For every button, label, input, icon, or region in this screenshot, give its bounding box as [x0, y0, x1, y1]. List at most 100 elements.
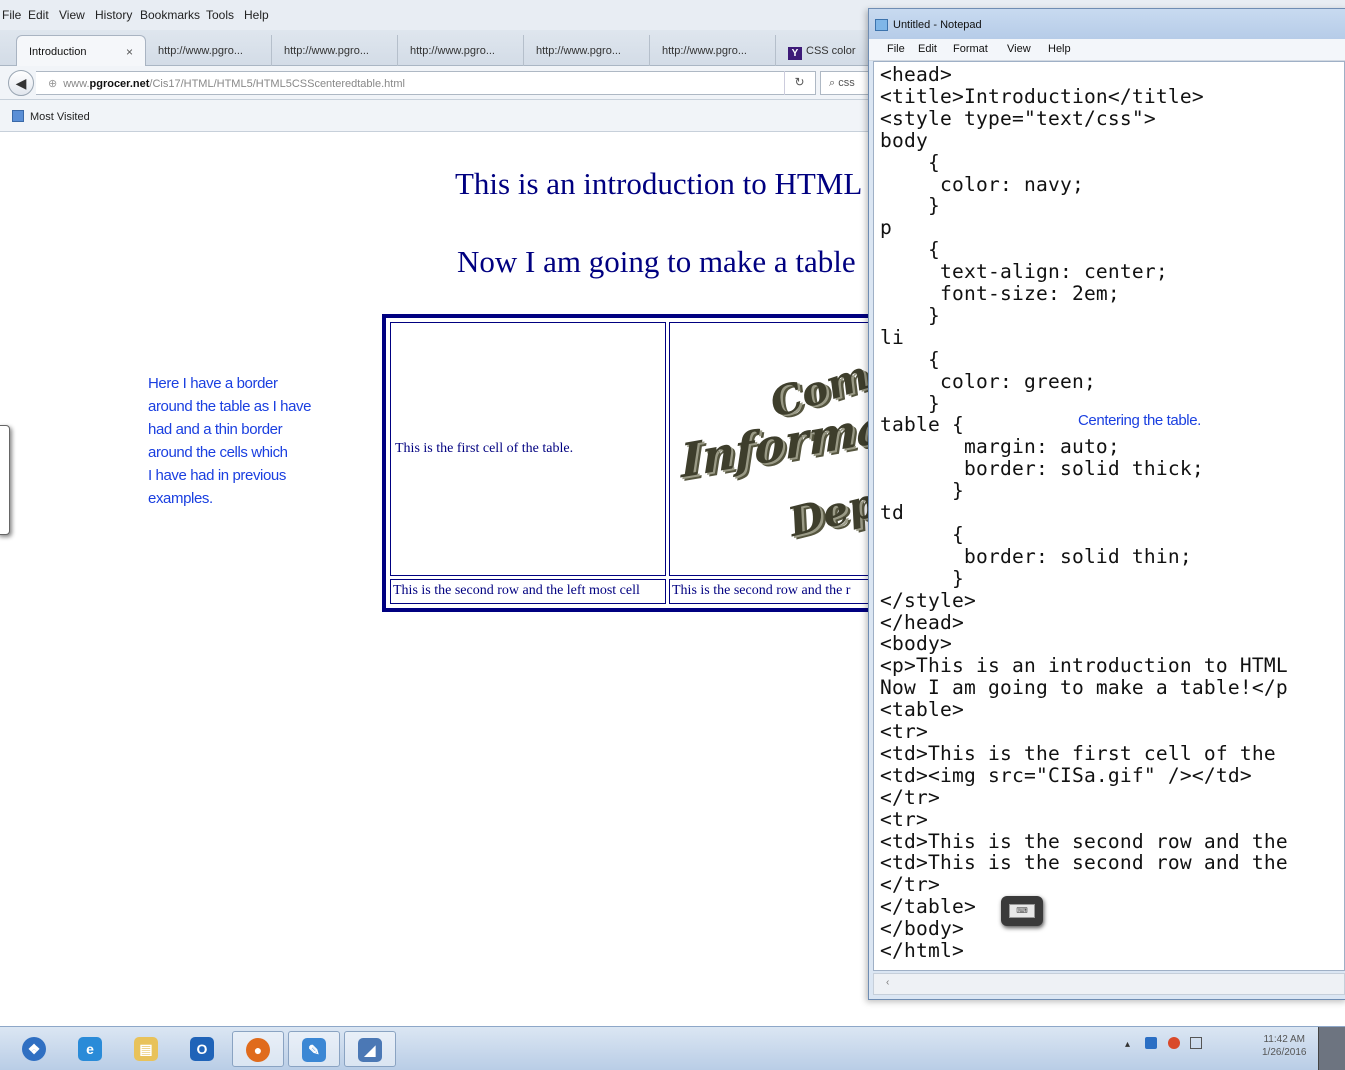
system-clock[interactable]: 11:42 AM 1/26/2016: [1262, 1033, 1307, 1059]
outlook-icon: O: [190, 1037, 214, 1061]
code-line: }: [880, 303, 940, 327]
tab-introduction[interactable]: Introduction ×: [16, 35, 146, 66]
network-icon[interactable]: [1144, 1037, 1157, 1049]
np-menu-format[interactable]: Format: [953, 43, 988, 55]
code-line: </html>: [880, 939, 964, 962]
tray-icons[interactable]: ▴: [1125, 1037, 1203, 1050]
flag-icon[interactable]: [1190, 1037, 1203, 1049]
start-orb-icon: ❖: [22, 1037, 46, 1061]
code-line: </head>: [880, 610, 964, 634]
taskbar-button-file-explorer[interactable]: ▤: [120, 1031, 172, 1067]
notepad-window: Untitled - Notepad File Edit Format View…: [868, 8, 1345, 1000]
code-line: <td><img src="CISa.gif" /></td>: [880, 763, 1252, 787]
code-line: <head>: [880, 63, 952, 86]
volume-icon[interactable]: [1167, 1037, 1180, 1049]
np-menu-view[interactable]: View: [1007, 43, 1031, 55]
np-menu-edit[interactable]: Edit: [918, 43, 937, 55]
clock-time: 11:42 AM: [1263, 1034, 1305, 1045]
code-line: text-align: center;: [880, 260, 1168, 284]
code-line: {: [880, 522, 964, 546]
menu-history[interactable]: History: [95, 8, 132, 22]
code-line: <body>: [880, 632, 952, 656]
code-line: }: [880, 566, 964, 590]
code-line: li: [880, 325, 904, 349]
back-arrow-icon[interactable]: ◀: [8, 70, 34, 96]
code-line: <td>This is the second row and the: [880, 851, 1288, 875]
horizontal-scrollbar[interactable]: ‹: [873, 973, 1345, 995]
code-line: }: [880, 479, 964, 503]
search-icon: ⌕: [829, 77, 839, 89]
search-value: css: [838, 77, 855, 89]
tab-pgrocer-5[interactable]: http://www.pgro...: [650, 35, 776, 66]
notepad-text-area[interactable]: </html> </body> </table> </tr> <td>This is t…: [873, 61, 1345, 971]
windows-taskbar: ◢ ✎ ● O ▤ e ❖ ▴ 11:42 AM 1/26/2016: [0, 1026, 1345, 1070]
taskbar-button-outlook[interactable]: O: [176, 1031, 228, 1067]
tab-label: CSS color: [806, 45, 856, 57]
url-bar[interactable]: ⊕ www.pgrocer.net/Cis17/HTML/HTML5/HTML5C…: [36, 71, 816, 95]
code-line: </table>: [880, 895, 976, 919]
code-line: {: [880, 347, 940, 371]
side-panel-handle[interactable]: [0, 425, 10, 535]
np-menu-help[interactable]: Help: [1048, 43, 1071, 55]
menu-file[interactable]: File: [2, 8, 21, 22]
menu-bookmarks[interactable]: Bookmarks: [140, 8, 200, 22]
annotation-line: around the table as I have: [148, 398, 312, 415]
code-line: <tr>: [880, 807, 928, 831]
menu-view[interactable]: View: [59, 8, 85, 22]
page-intro-text: This is an introduction to HTML: [455, 166, 863, 201]
bookmark-most-visited[interactable]: Most Visited: [30, 111, 90, 123]
code-line: color: navy;: [880, 172, 1084, 196]
taskbar-button-notepad-app[interactable]: ✎: [288, 1031, 340, 1067]
notepad-title: Untitled - Notepad: [893, 19, 982, 31]
cell-text: This is the second row and the left most…: [393, 583, 640, 598]
code-line: Now I am going to make a table!</p: [880, 676, 1288, 700]
tab-pgrocer-1[interactable]: http://www.pgro...: [146, 35, 272, 66]
window-app-icon: ◢: [358, 1038, 382, 1062]
code-line: {: [880, 150, 940, 174]
code-line: <td>This is the first cell of the: [880, 741, 1276, 765]
np-menu-file[interactable]: File: [887, 43, 905, 55]
tray-expand-icon[interactable]: ▴: [1125, 1039, 1130, 1050]
taskbar-button-firefox[interactable]: ●: [232, 1031, 284, 1067]
code-line: margin: auto;: [880, 435, 1120, 459]
code-line: </tr>: [880, 785, 940, 809]
tab-pgrocer-2[interactable]: http://www.pgro...: [272, 35, 398, 66]
annotation-line: around the cells which: [148, 444, 288, 461]
annotation-line: examples.: [148, 490, 213, 507]
globe-icon: ⊕: [48, 78, 58, 90]
centering-annotation: Centering the table.: [1078, 412, 1201, 429]
notepad-title-bar[interactable]: Untitled - Notepad: [869, 9, 1345, 39]
annotation-line: had and a thin border: [148, 421, 283, 438]
url-host: pgrocer.net: [89, 78, 150, 90]
code-line: font-size: 2em;: [880, 282, 1120, 305]
code-line: </body>: [880, 917, 964, 941]
desktop-screen: File Edit View History Bookmarks Tools H…: [0, 0, 1345, 1070]
yahoo-icon: Y: [788, 47, 802, 60]
clock-date: 1/26/2016: [1262, 1047, 1307, 1058]
internet-explorer-icon: e: [78, 1037, 102, 1061]
bookmark-folder-icon: [12, 110, 24, 122]
scroll-left-icon[interactable]: ‹: [886, 977, 889, 988]
tab-pgrocer-3[interactable]: http://www.pgro...: [398, 35, 524, 66]
menu-tools[interactable]: Tools: [206, 8, 234, 22]
keyboard-icon[interactable]: ⌨: [1001, 896, 1043, 926]
border-annotation: Here I have a border around the table as…: [148, 372, 311, 510]
menu-edit[interactable]: Edit: [28, 8, 49, 22]
firefox-icon: ●: [246, 1038, 270, 1062]
code-line: color: green;: [880, 369, 1096, 393]
code-line: <title>Introduction</title>: [880, 84, 1204, 108]
taskbar-button-internet-explorer[interactable]: e: [64, 1031, 116, 1067]
tab-css-color[interactable]: Y CSS color: [776, 35, 876, 66]
taskbar-button-start-orb[interactable]: ❖: [8, 1031, 60, 1067]
show-desktop-button[interactable]: [1318, 1027, 1345, 1070]
code-line: <table>: [880, 698, 964, 722]
code-line: border: solid thick;: [880, 457, 1204, 481]
reload-icon[interactable]: ↻: [784, 71, 814, 95]
tab-pgrocer-4[interactable]: http://www.pgro...: [524, 35, 650, 66]
table-cell-row2-left: This is the second row and the left most…: [390, 579, 666, 604]
close-tab-icon[interactable]: ×: [126, 45, 133, 59]
menu-help[interactable]: Help: [244, 8, 269, 22]
taskbar-button-window-app[interactable]: ◢: [344, 1031, 396, 1067]
url-prefix: www.: [63, 78, 90, 90]
code-line: td: [880, 501, 904, 524]
